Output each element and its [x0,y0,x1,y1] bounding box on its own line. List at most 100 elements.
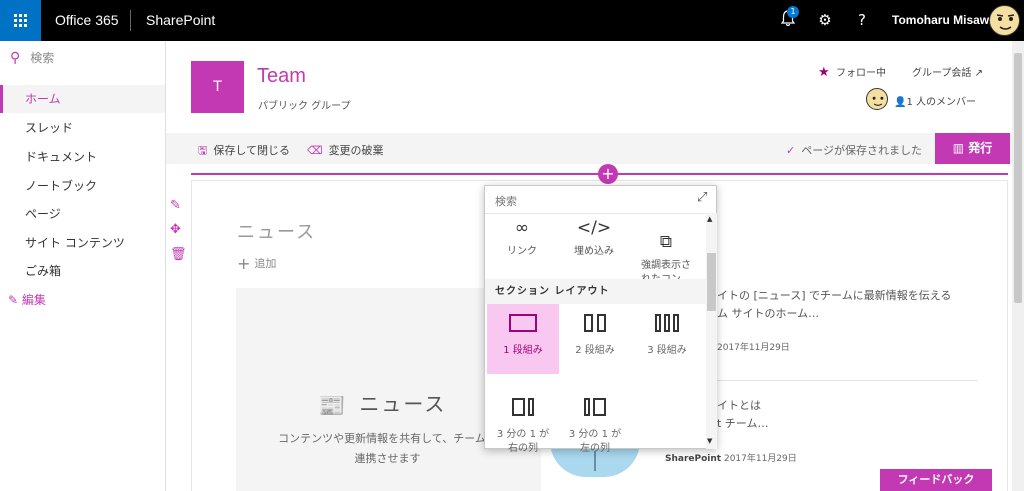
user-name[interactable]: Tomoharu Misawa [892,13,996,27]
layout-one-column-label: 1 段組み [503,345,543,356]
move-webpart-button[interactable]: ✥ [170,222,181,237]
news-add-button[interactable]: + 追加 [237,254,276,273]
member-avatar[interactable] [866,88,888,110]
toolbox-item-link[interactable]: ∞ リンク [487,217,557,259]
help-icon: ? [858,11,866,29]
book-icon: ▥ [952,141,965,155]
newspaper-icon: 📰 [318,394,348,419]
highlighted-content-icon: ⧉ [659,232,673,252]
layout-one-third-left[interactable]: 3 分の 1 が 左の列 [559,374,631,454]
section-layout-header: セクション レイアウト [485,279,706,304]
news-item-1-subtitle: ム サイトのホーム… [717,307,820,320]
discard-changes-button[interactable]: ⌫ 変更の破棄 [307,142,384,158]
layout-one-third-left-label: 3 分の 1 が 左の列 [568,429,622,454]
layout-two-columns[interactable]: 2 段組み [559,304,631,374]
webpart-toolbox: 検索 ⤢ ∞ リンク </> 埋め込み ⧉強調表示さ れたコン… セクション レイア… [484,185,717,454]
nav-item-recycle-bin[interactable]: ごみ箱 [0,257,165,285]
news-item-2-title[interactable]: イトとは [717,397,917,413]
members-link[interactable]: 👤1 人のメンバー [894,93,976,108]
page-scrollbar[interactable] [1012,41,1024,491]
notification-badge: 1 [787,6,799,18]
publish-button[interactable]: ▥ 発行 [935,133,1010,164]
save-icon: 🖫 [198,144,208,157]
one-third-left-icon [559,398,631,420]
toolbox-scrollbar[interactable]: ▲ ▼ [706,213,717,449]
toolbox-scrollbar-thumb[interactable] [707,253,716,311]
news-webpart-title[interactable]: ニュース [237,218,316,244]
news-placeholder-title: 📰 ニュース [318,388,446,419]
two-columns-icon [559,314,631,336]
feedback-button[interactable]: フィードバック [880,469,992,491]
link-icon: ∞ [514,218,530,238]
following-label: フォロー中 [836,68,887,79]
code-icon: </> [576,218,612,238]
nav-edit-link[interactable]: ✎ 編集 [0,286,165,314]
layout-one-third-right[interactable]: 3 分の 1 が 右の列 [487,374,559,454]
news-item-1-title[interactable]: イトの [ニュース] でチームに最新情報を伝える [717,287,992,303]
discard-icon: ⌫ [307,144,323,157]
news-placeholder-description: コンテンツや更新情報を共有して、チームを連携させます [278,432,497,465]
scroll-down-icon[interactable]: ▼ [707,437,712,445]
discard-label: 変更の破棄 [328,144,384,157]
expand-icon[interactable]: ⤢ [697,190,707,205]
nav-item-documents[interactable]: ドキュメント [0,143,165,171]
nav-item-notebook[interactable]: ノートブック [0,172,165,200]
delete-webpart-button[interactable]: 🗑 [170,247,187,262]
one-third-right-icon [487,398,559,420]
toolbox-item-link-label: リンク [507,246,537,257]
user-avatar[interactable] [989,5,1020,36]
add-section-button[interactable]: + [598,164,618,184]
nav-edit-label: 編集 [21,293,46,307]
layout-two-columns-label: 2 段組み [575,345,615,356]
app-launcher-button[interactable] [0,0,41,41]
follow-button[interactable]: ★ フォロー中 [818,64,886,80]
save-close-button[interactable]: 🖫 保存して閉じる [198,142,290,161]
nav-item-site-contents[interactable]: サイト コンテンツ [0,229,165,257]
sharepoint-app-name[interactable]: SharePoint [146,12,215,28]
save-status: ✓ ページが保存されました [786,142,922,158]
nav-item-threads[interactable]: スレッド [0,114,165,142]
settings-button[interactable]: ⚙ [815,10,835,30]
layout-one-column[interactable]: 1 段組み [487,304,559,374]
office365-brand[interactable]: Office 365 [55,12,119,28]
toolbox-item-embed-label: 埋め込み [574,246,614,257]
checkmark-icon: ✓ [786,144,796,157]
news-item-2-meta: SharePoint 2017年11月29日 [665,451,797,464]
three-columns-icon [631,314,703,336]
search-box[interactable]: ⚲ 検索 [10,49,54,66]
move-icon: ✥ [170,222,181,237]
news-item-2-date: 2017年11月29日 [723,454,797,464]
scroll-up-icon[interactable]: ▲ [707,215,712,223]
help-button[interactable]: ? [852,10,872,30]
nav-item-pages[interactable]: ページ [0,200,165,228]
trash-icon: 🗑 [170,247,187,262]
toolbox-item-embed[interactable]: </> 埋め込み [559,217,629,259]
group-conversation-link[interactable]: グループ会話 ↗ [912,64,983,79]
one-column-icon [509,314,537,332]
toolbox-divider [485,213,706,214]
page-scrollbar-thumb[interactable] [1014,53,1022,303]
arrow-up-right-icon: ↗ [974,68,983,79]
site-logo[interactable]: T [191,61,244,113]
news-add-label: 追加 [254,257,277,270]
publish-label: 発行 [968,141,993,155]
site-title[interactable]: Team [257,65,306,88]
toolbox-search-input[interactable]: 検索 [495,193,517,209]
edit-webpart-button[interactable]: ✎ [170,198,181,213]
app-launcher-icon [14,14,27,27]
nav-item-home[interactable]: ホーム [0,85,165,113]
search-placeholder: 検索 [30,51,55,65]
toolbox-item-highlighted-content[interactable]: ⧉強調表示さ れたコン… [631,217,701,287]
plus-icon: + [601,164,615,183]
suite-bar: Office 365 SharePoint 1 ⚙ ? Tomoharu Mis… [0,0,1024,41]
command-bar: 🖫 保存して閉じる ⌫ 変更の破棄 ✓ ページが保存されました ▥ 発行 [166,133,1012,164]
gear-icon: ⚙ [818,11,832,29]
pencil-icon: ✎ [8,293,19,307]
group-conversation-label: グループ会話 [912,68,972,79]
site-subtitle: パブリック グループ [258,101,351,112]
site-header: T Team パブリック グループ ★ フォロー中 グループ会話 ↗ 👤1 人の… [166,41,1012,133]
layout-three-columns-label: 3 段組み [647,345,687,356]
person-icon: 👤 [894,97,907,108]
layout-three-columns[interactable]: 3 段組み [631,304,703,374]
save-status-label: ページが保存されました [801,144,922,157]
